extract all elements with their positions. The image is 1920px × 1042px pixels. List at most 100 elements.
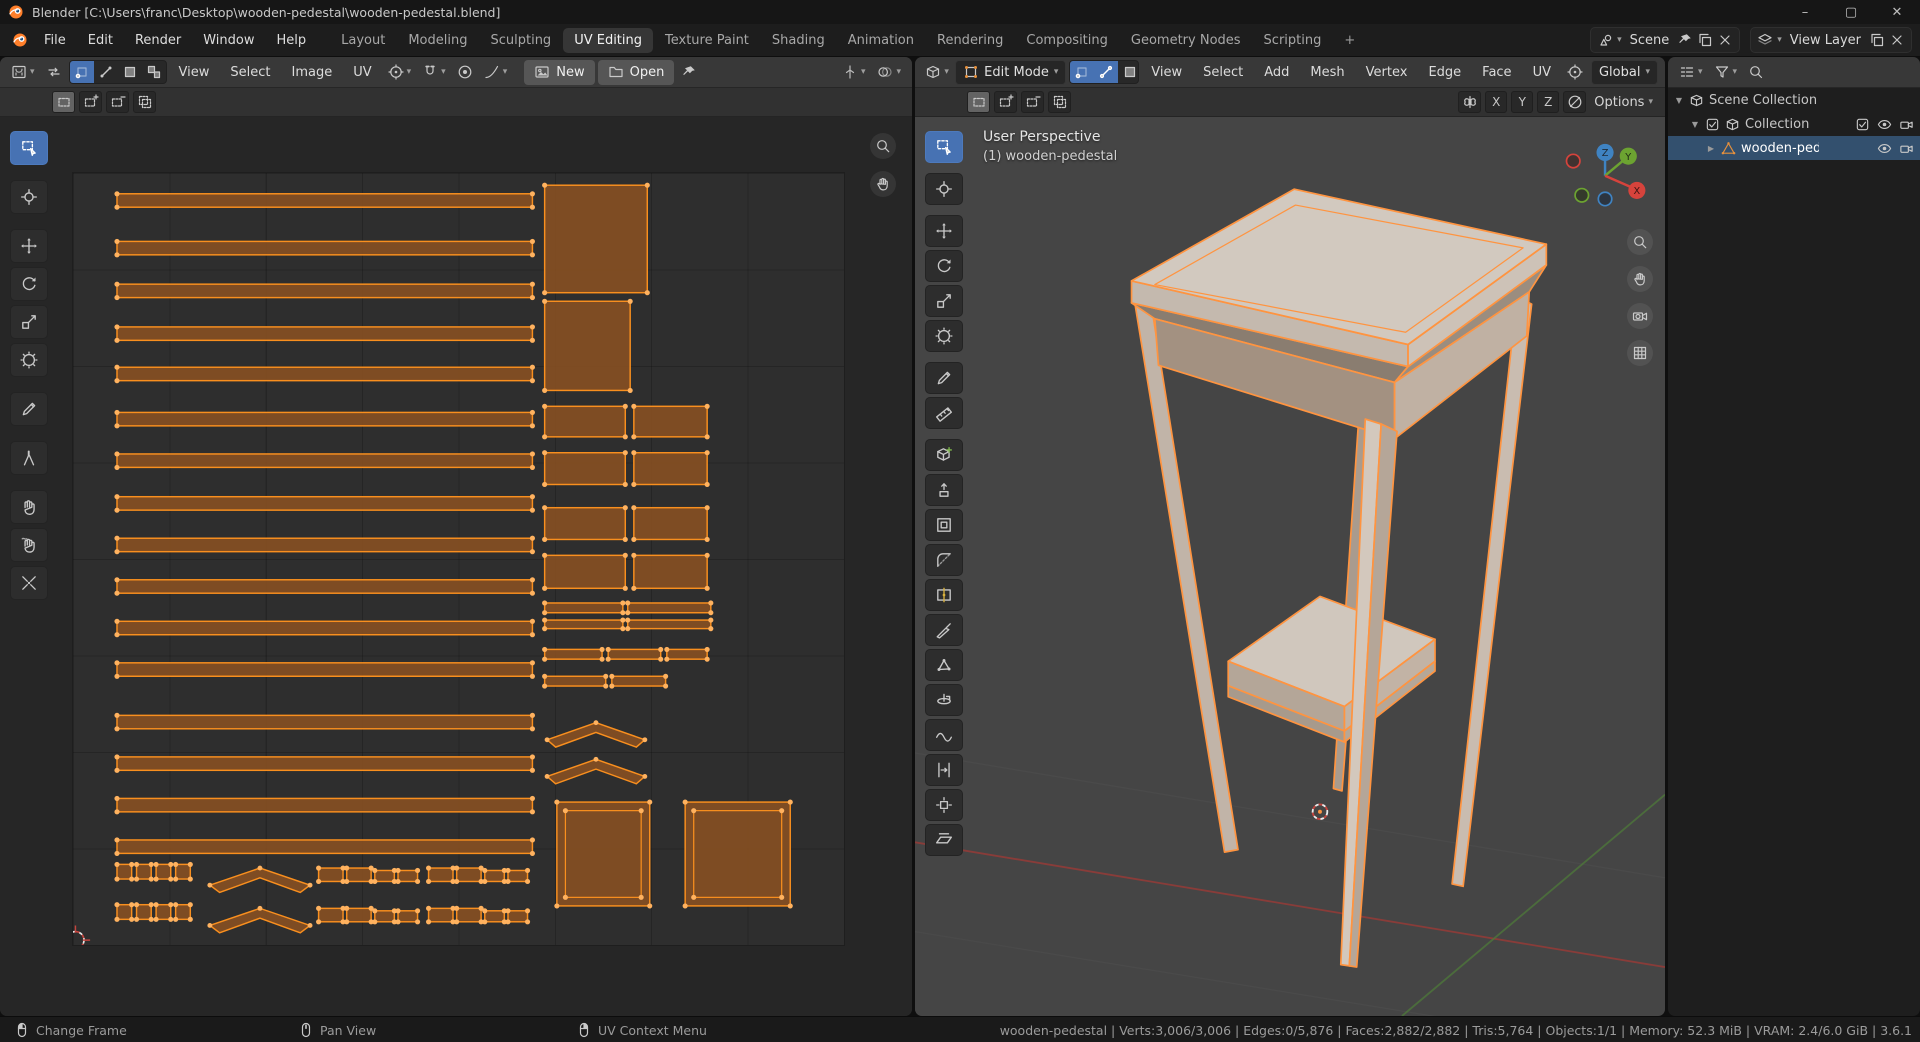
uv-select-mode-subtract-button[interactable] bbox=[106, 91, 129, 113]
outliner-row-wooden-pedestal[interactable]: ▶ wooden-pedestal bbox=[1668, 136, 1920, 160]
vp-menu-vertex[interactable]: Vertex bbox=[1357, 61, 1417, 84]
viewport-ortho-toggle[interactable] bbox=[1627, 340, 1653, 366]
uv-island[interactable] bbox=[666, 648, 708, 660]
uv-island[interactable] bbox=[611, 675, 667, 687]
options-dropdown[interactable]: Options ▾ bbox=[1590, 95, 1657, 110]
uv-island[interactable] bbox=[116, 240, 534, 256]
outliner-display-mode-button[interactable]: ▾ bbox=[1675, 60, 1707, 84]
uv-island[interactable] bbox=[543, 506, 627, 541]
uv-island[interactable] bbox=[427, 907, 454, 923]
face-select-button[interactable] bbox=[1118, 61, 1138, 83]
tab-shading[interactable]: Shading bbox=[761, 28, 836, 53]
uv-island[interactable] bbox=[633, 506, 708, 541]
collection-checkbox[interactable] bbox=[1705, 117, 1720, 132]
vp-tool-inset-faces[interactable] bbox=[925, 509, 963, 541]
render-camera-icon[interactable] bbox=[1899, 117, 1914, 132]
uv-island[interactable] bbox=[208, 867, 312, 894]
tab-animation[interactable]: Animation bbox=[837, 28, 925, 53]
viewport-camera-button[interactable] bbox=[1627, 303, 1653, 329]
uv-island[interactable] bbox=[607, 648, 662, 660]
uv-edge-mode-button[interactable] bbox=[94, 61, 118, 83]
uv-island[interactable] bbox=[507, 910, 529, 923]
axis-minus-x-ball[interactable] bbox=[1565, 153, 1581, 169]
uv-tool-pinch[interactable] bbox=[10, 566, 48, 600]
blender-menu-icon[interactable] bbox=[8, 28, 32, 52]
uv-menu-image[interactable]: Image bbox=[283, 61, 342, 84]
tab-sculpting[interactable]: Sculpting bbox=[479, 28, 562, 53]
uv-island[interactable] bbox=[116, 903, 133, 921]
vp-select-mode-intersect-button[interactable] bbox=[1048, 91, 1071, 113]
uv-gizmos-toggle[interactable]: ▾ bbox=[838, 60, 870, 84]
uv-island[interactable] bbox=[345, 907, 372, 923]
uv-tool-transform[interactable] bbox=[10, 343, 48, 377]
axis-minus-z-ball[interactable] bbox=[1597, 191, 1613, 207]
axis-minus-y-ball[interactable] bbox=[1574, 187, 1590, 203]
vp-tool-transform[interactable] bbox=[925, 320, 963, 352]
uv-island[interactable] bbox=[543, 619, 624, 630]
viewport-canvas[interactable]: Z Y X bbox=[915, 117, 1665, 1016]
pedestal-left-leg[interactable] bbox=[1134, 304, 1239, 853]
mode-dropdown[interactable]: Edit Mode ▾ bbox=[955, 59, 1067, 85]
vp-menu-add[interactable]: Add bbox=[1255, 61, 1298, 84]
menu-file[interactable]: File bbox=[34, 28, 76, 53]
vp-tool-extrude-region[interactable] bbox=[925, 474, 963, 506]
tab-scripting[interactable]: Scripting bbox=[1253, 28, 1333, 53]
uv-island[interactable] bbox=[116, 839, 534, 855]
uv-island[interactable] bbox=[116, 579, 534, 594]
image-open-button[interactable]: Open bbox=[597, 59, 675, 85]
uv-island[interactable] bbox=[116, 495, 534, 511]
vp-menu-uv[interactable]: UV bbox=[1524, 61, 1560, 84]
menu-window[interactable]: Window bbox=[193, 28, 264, 53]
mirror-toggle[interactable] bbox=[1458, 91, 1482, 113]
uv-island[interactable] bbox=[543, 300, 631, 392]
uv-island[interactable] bbox=[174, 903, 192, 921]
vp-menu-select[interactable]: Select bbox=[1194, 61, 1252, 84]
image-new-button[interactable]: New bbox=[524, 59, 595, 85]
vp-tool-spin[interactable] bbox=[925, 684, 963, 716]
proportional-edit-toggle[interactable] bbox=[1563, 91, 1587, 113]
vp-tool-bevel[interactable] bbox=[925, 544, 963, 576]
disclosure-icon[interactable]: ▼ bbox=[1690, 120, 1700, 129]
view-layer-selector[interactable]: ▾ View Layer bbox=[1750, 27, 1912, 53]
uv-island[interactable] bbox=[374, 869, 396, 883]
uv-island[interactable] bbox=[116, 193, 534, 208]
uv-overlays-toggle[interactable]: ▾ bbox=[873, 60, 905, 84]
uv-tool-scale[interactable] bbox=[10, 305, 48, 339]
uv-tool-move[interactable] bbox=[10, 229, 48, 263]
uv-island[interactable] bbox=[633, 451, 708, 486]
hide-eye-icon[interactable] bbox=[1877, 141, 1892, 156]
vp-tool-knife[interactable] bbox=[925, 614, 963, 646]
new-scene-button[interactable] bbox=[1697, 32, 1713, 48]
pedestal-mesh[interactable] bbox=[1130, 188, 1548, 968]
menu-help[interactable]: Help bbox=[267, 28, 317, 53]
vp-menu-mesh[interactable]: Mesh bbox=[1301, 61, 1353, 84]
uv-island[interactable] bbox=[397, 910, 419, 923]
uv-island[interactable] bbox=[484, 869, 506, 883]
outliner-row-collection[interactable]: ▼ Collection bbox=[1668, 112, 1920, 136]
orientation-dropdown[interactable]: Global ▾ bbox=[1590, 59, 1658, 85]
vp-tool-add-cube[interactable] bbox=[925, 439, 963, 471]
uv-island[interactable] bbox=[116, 366, 534, 382]
uv-island[interactable] bbox=[545, 758, 647, 785]
uv-island[interactable] bbox=[543, 554, 627, 590]
uv-island[interactable] bbox=[397, 869, 419, 883]
vp-menu-face[interactable]: Face bbox=[1473, 61, 1520, 84]
outliner-row-scene-collection[interactable]: ▼ Scene Collection bbox=[1668, 88, 1920, 112]
uv-island[interactable] bbox=[116, 714, 534, 730]
uv-island[interactable] bbox=[507, 869, 529, 883]
uv-island[interactable] bbox=[345, 867, 372, 883]
mirror-x-toggle[interactable]: X bbox=[1485, 91, 1508, 113]
uv-island[interactable] bbox=[543, 675, 607, 687]
delete-view-layer-button[interactable] bbox=[1889, 32, 1905, 48]
minimize-button[interactable]: – bbox=[1782, 0, 1828, 24]
uv-menu-view[interactable]: View bbox=[170, 61, 219, 84]
uv-tool-rip-region[interactable] bbox=[10, 441, 48, 475]
uv-island[interactable] bbox=[633, 405, 708, 438]
uv-island[interactable] bbox=[116, 662, 534, 677]
tab-compositing[interactable]: Compositing bbox=[1015, 28, 1119, 53]
viewport-editor-type-button[interactable]: ▾ bbox=[922, 60, 952, 84]
uv-island[interactable] bbox=[317, 907, 344, 923]
uv-island[interactable] bbox=[155, 863, 172, 880]
uv-island[interactable] bbox=[135, 863, 152, 880]
uv-zoom-button[interactable] bbox=[870, 133, 896, 159]
